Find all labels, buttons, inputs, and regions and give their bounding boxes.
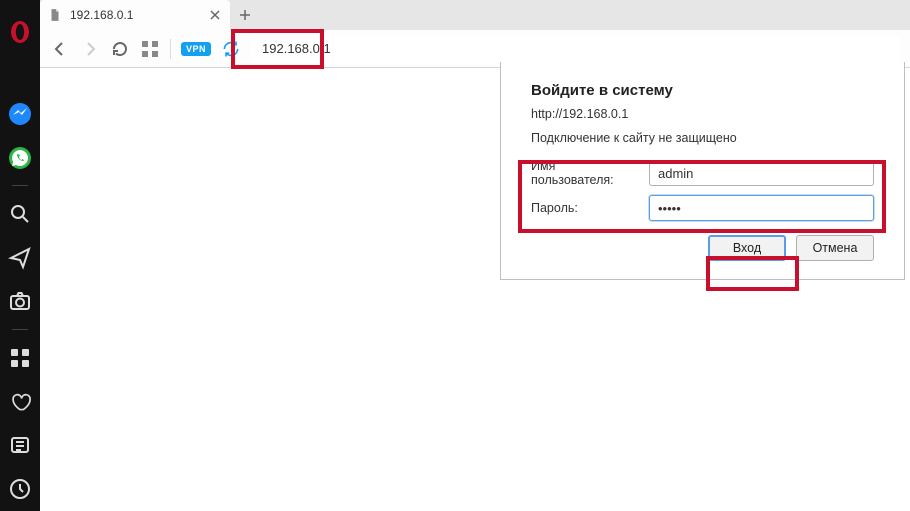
speed-dial-icon[interactable]	[0, 340, 40, 376]
history-icon[interactable]	[0, 471, 40, 507]
address-text: 192.168.0.1	[262, 41, 331, 56]
whatsapp-icon[interactable]	[0, 140, 40, 176]
forward-button[interactable]	[80, 39, 100, 59]
username-input[interactable]	[649, 160, 874, 186]
toolbar-divider	[170, 39, 171, 59]
search-icon[interactable]	[0, 196, 40, 232]
tab-title: 192.168.0.1	[70, 8, 200, 22]
cancel-button[interactable]: Отмена	[796, 235, 874, 261]
password-label: Пароль:	[531, 201, 641, 215]
reload-button[interactable]	[110, 39, 130, 59]
speed-dial-button[interactable]	[140, 39, 160, 59]
auth-dialog-url: http://192.168.0.1	[531, 107, 874, 121]
heart-icon[interactable]	[0, 384, 40, 420]
send-icon[interactable]	[0, 240, 40, 276]
browser-tab[interactable]: 192.168.0.1	[40, 0, 230, 30]
news-icon[interactable]	[0, 428, 40, 464]
close-tab-button[interactable]	[208, 8, 222, 22]
sync-icon[interactable]	[221, 39, 241, 59]
tab-bar: 192.168.0.1	[40, 0, 910, 30]
opera-logo[interactable]	[0, 12, 40, 52]
login-button[interactable]: Вход	[708, 235, 786, 261]
password-input[interactable]	[649, 195, 874, 221]
back-button[interactable]	[50, 39, 70, 59]
address-bar[interactable]: 192.168.0.1	[251, 35, 900, 63]
new-tab-button[interactable]	[230, 0, 260, 30]
left-sidebar	[0, 0, 40, 511]
username-label: Имя пользователя:	[531, 159, 641, 187]
vpn-badge[interactable]: VPN	[181, 42, 211, 56]
file-icon	[48, 8, 62, 22]
messenger-icon[interactable]	[0, 96, 40, 132]
sidebar-divider	[12, 185, 28, 186]
camera-icon[interactable]	[0, 284, 40, 320]
auth-dialog-warning: Подключение к сайту не защищено	[531, 131, 874, 145]
auth-dialog: Войдите в систему http://192.168.0.1 Под…	[500, 62, 905, 280]
auth-dialog-title: Войдите в систему	[531, 82, 874, 99]
sidebar-divider	[12, 329, 28, 330]
